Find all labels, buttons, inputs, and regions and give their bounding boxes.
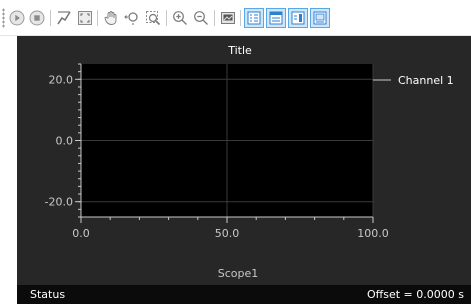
toolbar (0, 0, 471, 36)
x-tick-label: 0.0 (72, 227, 90, 240)
y-axis: 20.0 0.0 -20.0 (45, 63, 82, 218)
save-image-icon[interactable] (219, 9, 237, 27)
zoom-box-icon[interactable] (144, 9, 162, 27)
toolbar-separator (214, 10, 215, 26)
data-table-icon[interactable] (310, 8, 330, 28)
scope-chart[interactable]: Title 20.0 0.0 -20.0 0.0 50.0 100.0 Channel … (17, 36, 471, 285)
run-icon[interactable] (8, 9, 26, 27)
x-tick-label: 50.0 (215, 227, 240, 240)
properties-icon[interactable] (266, 8, 286, 28)
left-margin (0, 36, 17, 304)
status-bar: Status Offset = 0.0000 s (17, 285, 471, 304)
toolbar-separator (50, 10, 51, 26)
toolbar-separator (240, 10, 241, 26)
y-tick-label: 0.0 (56, 135, 74, 148)
zoom-in-icon[interactable] (171, 9, 189, 27)
legend-toggle-icon[interactable] (244, 8, 264, 28)
status-label: Status (30, 288, 66, 301)
zoom-out-icon[interactable] (192, 9, 210, 27)
y-tick-label: -20.0 (45, 196, 73, 209)
scope-panel[interactable]: Title 20.0 0.0 -20.0 0.0 50.0 100.0 Channel … (17, 36, 471, 285)
pan-hand-icon[interactable] (102, 9, 120, 27)
scope-footer-label: Scope1 (218, 267, 259, 280)
stop-icon[interactable] (28, 9, 46, 27)
chart-title: Title (227, 44, 252, 57)
toolbar-separator (166, 10, 167, 26)
y-tick-label: 20.0 (49, 73, 74, 86)
toolbar-grip[interactable] (2, 8, 5, 28)
legend-label-channel-1: Channel 1 (398, 74, 454, 87)
zoom-xy-icon[interactable] (123, 9, 141, 27)
autoscale-icon[interactable] (55, 9, 73, 27)
toolbar-separator (97, 10, 98, 26)
cursor-measure-icon[interactable] (288, 8, 308, 28)
fit-view-icon[interactable] (76, 9, 94, 27)
x-axis: 0.0 50.0 100.0 (72, 216, 389, 240)
x-tick-label: 100.0 (357, 227, 389, 240)
offset-readout: Offset = 0.0000 s (367, 288, 464, 301)
